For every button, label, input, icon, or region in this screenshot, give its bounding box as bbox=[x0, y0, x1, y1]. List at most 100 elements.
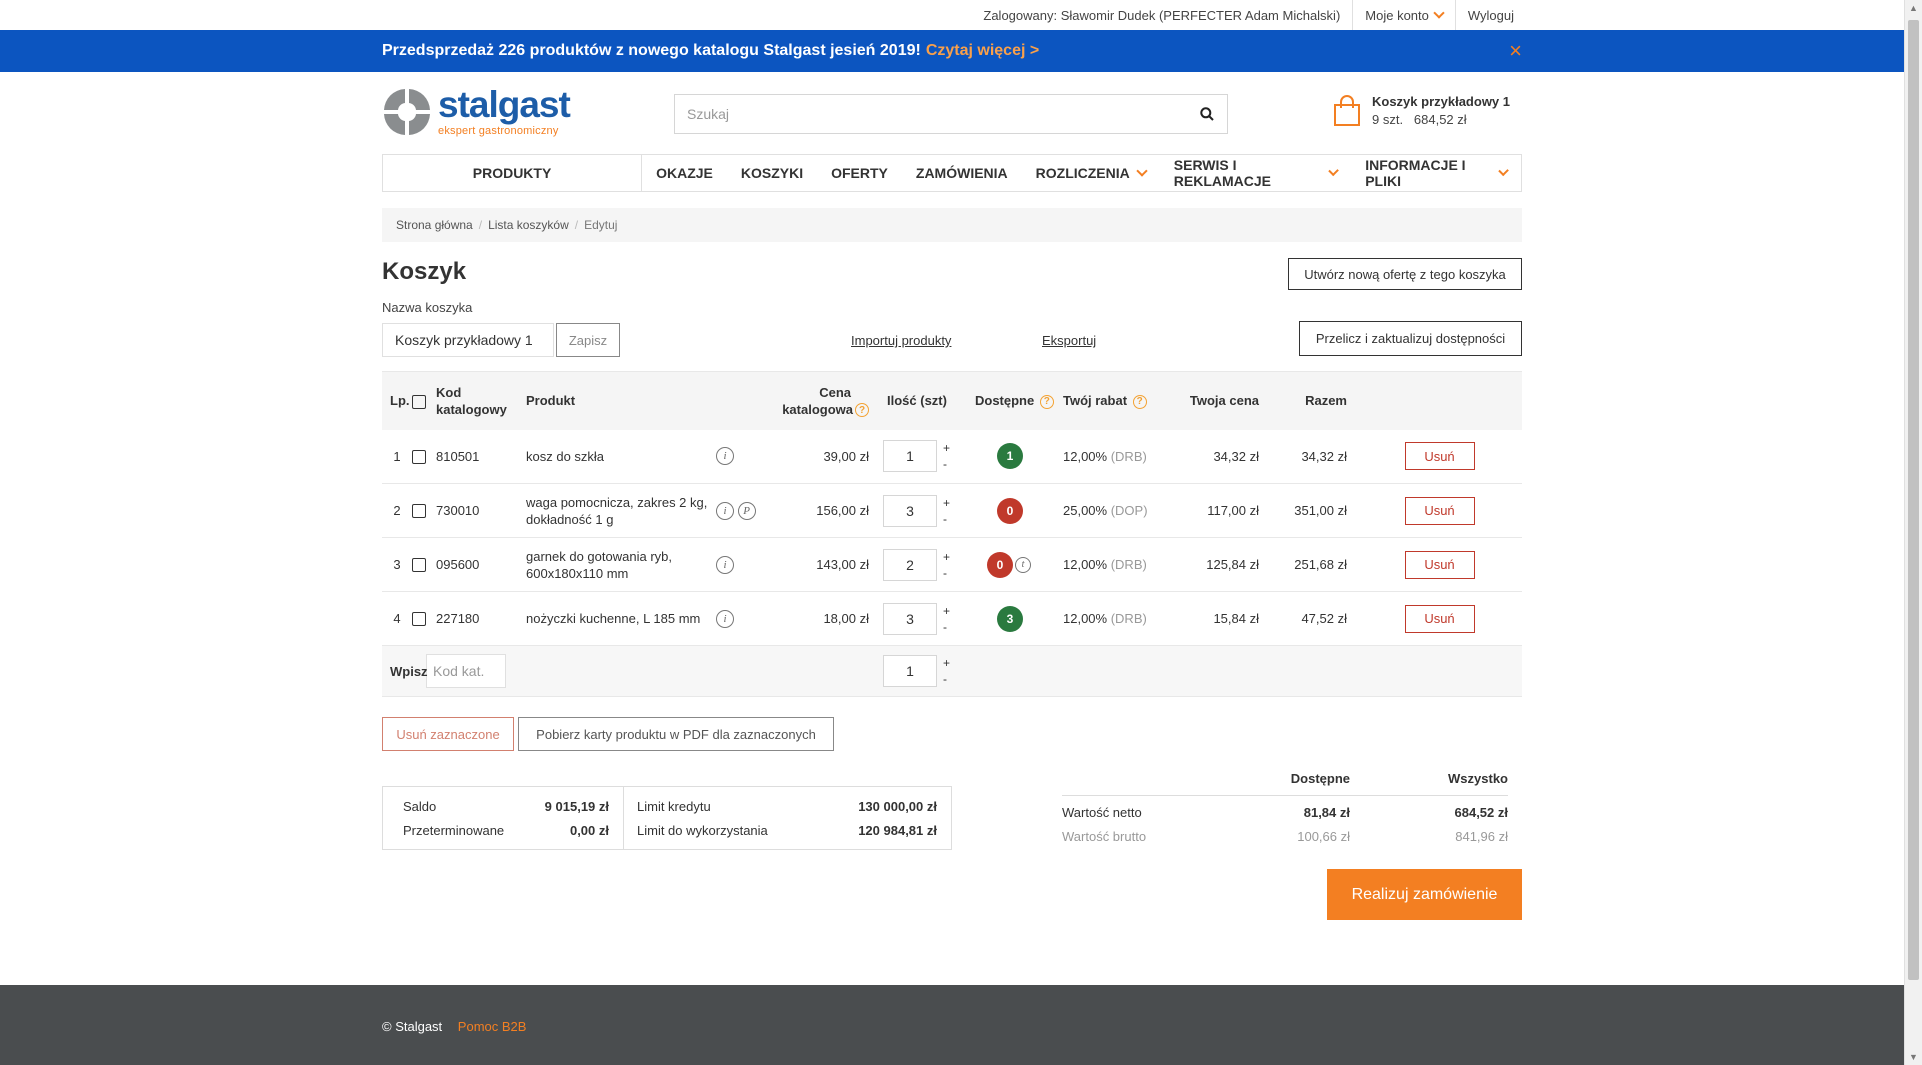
your-price: 15,84 zł bbox=[1167, 591, 1271, 646]
product-code: 227180 bbox=[436, 591, 526, 646]
quantity-input[interactable]: 2 bbox=[883, 548, 937, 581]
col-lp: Lp. bbox=[382, 371, 412, 430]
row-checkbox[interactable] bbox=[412, 504, 426, 519]
mini-cart[interactable]: Koszyk przykładowy 1 9 szt. 684,52 zł bbox=[1332, 94, 1510, 127]
search-icon[interactable] bbox=[1187, 95, 1227, 133]
decrement-button[interactable]: - bbox=[943, 456, 950, 472]
scrollbar-thumb[interactable] bbox=[1908, 20, 1919, 980]
nav-item-oferty[interactable]: OFERTY bbox=[817, 155, 902, 191]
increment-button[interactable]: + bbox=[943, 655, 950, 671]
export-link[interactable]: Eksportuj bbox=[1042, 333, 1096, 348]
logo-name: stalgast bbox=[438, 84, 571, 125]
download-pdf-button[interactable]: Pobierz karty produktu w PDF dla zaznacz… bbox=[518, 717, 834, 751]
help-icon[interactable]: ? bbox=[1039, 394, 1054, 409]
product-name[interactable]: garnek do gotowania ryb, 600x180x110 mm bbox=[526, 537, 716, 592]
row-total: 47,52 zł bbox=[1271, 591, 1357, 646]
help-link[interactable]: Pomoc B2B bbox=[458, 1019, 527, 1034]
top-bar: Zalogowany: Sławomir Dudek (PERFECTER Ad… bbox=[0, 0, 1904, 30]
place-order-button[interactable]: Realizuj zamówienie bbox=[1327, 869, 1522, 920]
close-icon[interactable]: × bbox=[1509, 40, 1522, 62]
help-icon[interactable]: ? bbox=[1132, 394, 1147, 409]
promo-p-icon[interactable]: P bbox=[737, 501, 756, 520]
quantity-input[interactable]: 3 bbox=[883, 602, 937, 635]
decrement-button[interactable]: - bbox=[943, 671, 950, 687]
col-quantity: Ilość (szt) bbox=[869, 371, 969, 430]
info-icon[interactable]: i bbox=[716, 609, 734, 628]
search-input[interactable] bbox=[675, 95, 1187, 133]
catalog-code-input[interactable]: Kod kat. bbox=[426, 654, 506, 688]
scrollbar[interactable]: ▲ ▼ bbox=[1904, 0, 1922, 1065]
decrement-button[interactable]: - bbox=[943, 511, 950, 527]
cart-name-input[interactable]: Koszyk przykładowy 1 bbox=[382, 323, 554, 357]
nav-item-rozliczenia[interactable]: ROZLICZENIA bbox=[1022, 155, 1160, 191]
increment-button[interactable]: + bbox=[943, 440, 950, 456]
help-icon[interactable]: ? bbox=[855, 403, 869, 418]
discount: 12,00% (DRB) bbox=[1063, 429, 1167, 484]
scroll-up-icon[interactable]: ▲ bbox=[1905, 0, 1922, 16]
stalgast-logo-icon bbox=[384, 89, 430, 135]
delete-selected-button[interactable]: Usuń zaznaczone bbox=[382, 717, 514, 751]
discount: 12,00% (DRB) bbox=[1063, 591, 1167, 646]
promo-banner: Przedsprzedaż 226 produktów z nowego kat… bbox=[0, 30, 1904, 72]
overdue-value: 0,00 zł bbox=[569, 823, 609, 838]
increment-button[interactable]: + bbox=[943, 549, 950, 565]
select-all-checkbox[interactable] bbox=[412, 394, 426, 409]
nav-item-informacje[interactable]: INFORMACJE I PLIKI bbox=[1351, 155, 1521, 191]
breadcrumb-cart-list[interactable]: Lista koszyków bbox=[488, 218, 569, 232]
quantity-input[interactable]: 1 bbox=[883, 655, 937, 687]
order-totals: Dostępne Wszystko Wartość netto 81,84 zł… bbox=[1062, 771, 1508, 848]
remove-button[interactable]: Usuń bbox=[1404, 604, 1475, 633]
your-price: 34,32 zł bbox=[1167, 429, 1271, 484]
row-checkbox[interactable] bbox=[412, 558, 426, 573]
copyright: © Stalgast bbox=[382, 1019, 443, 1034]
info-icon[interactable]: i bbox=[716, 447, 734, 466]
table-row: 4 227180 nożyczki kuchenne, L 185 mm i 1… bbox=[382, 591, 1522, 646]
quantity-input[interactable]: 1 bbox=[883, 440, 937, 473]
row-checkbox[interactable] bbox=[412, 450, 426, 465]
decrement-button[interactable]: - bbox=[943, 565, 950, 581]
info-icon[interactable]: i bbox=[716, 555, 734, 574]
promo-read-more-link[interactable]: Czytaj więcej > bbox=[926, 42, 1039, 60]
col-discount: Twój rabat ? bbox=[1063, 371, 1167, 430]
page: Zalogowany: Sławomir Dudek (PERFECTER Ad… bbox=[0, 0, 1904, 1065]
recalculate-button[interactable]: Przelicz i zaktualizuj dostępności bbox=[1299, 321, 1522, 356]
logout-link[interactable]: Wyloguj bbox=[1468, 8, 1514, 23]
create-offer-button[interactable]: Utwórz nową ofertę z tego koszyka bbox=[1288, 258, 1522, 290]
nav-products[interactable]: PRODUKTY bbox=[383, 155, 643, 191]
catalog-price: 156,00 zł bbox=[756, 483, 869, 538]
remove-button[interactable]: Usuń bbox=[1404, 496, 1475, 525]
save-button[interactable]: Zapisz bbox=[556, 323, 620, 357]
nav-item-koszyki[interactable]: KOSZYKI bbox=[727, 155, 817, 191]
remove-button[interactable]: Usuń bbox=[1404, 442, 1475, 471]
cart-title: Koszyk przykładowy 1 bbox=[1372, 94, 1510, 109]
remove-button[interactable]: Usuń bbox=[1404, 550, 1475, 579]
nav-item-okazje[interactable]: OKAZJE bbox=[642, 155, 727, 191]
availability-badge: 3 bbox=[997, 605, 1023, 632]
row-total: 251,68 zł bbox=[1271, 537, 1357, 592]
nav-item-zamowienia[interactable]: ZAMÓWIENIA bbox=[902, 155, 1022, 191]
nav-item-serwis[interactable]: SERWIS I REKLAMACJE bbox=[1160, 155, 1351, 191]
delivery-info-icon[interactable]: t bbox=[1015, 556, 1031, 573]
import-products-link[interactable]: Importuj produkty bbox=[851, 333, 951, 348]
gross-value-row: Wartość brutto 100,66 zł 841,96 zł bbox=[1062, 828, 1508, 844]
decrement-button[interactable]: - bbox=[943, 619, 950, 635]
quantity-stepper: 1 + - bbox=[883, 440, 950, 473]
quantity-input[interactable]: 3 bbox=[883, 494, 937, 527]
product-code: 730010 bbox=[436, 483, 526, 538]
logo[interactable]: stalgast ekspert gastronomiczny bbox=[382, 84, 571, 137]
col-your-price: Twoja cena bbox=[1167, 371, 1271, 430]
breadcrumb-home[interactable]: Strona główna bbox=[396, 218, 473, 232]
increment-button[interactable]: + bbox=[943, 603, 950, 619]
availability-badge: 0 bbox=[987, 551, 1013, 578]
info-icon[interactable]: i bbox=[716, 501, 734, 520]
my-account-menu[interactable]: Moje konto bbox=[1365, 7, 1445, 23]
product-name[interactable]: nożyczki kuchenne, L 185 mm bbox=[526, 591, 716, 646]
row-checkbox[interactable] bbox=[412, 612, 426, 627]
search-box bbox=[674, 94, 1228, 134]
footer: © Stalgast Pomoc B2B bbox=[0, 985, 1904, 1065]
increment-button[interactable]: + bbox=[943, 495, 950, 511]
product-name[interactable]: kosz do szkła bbox=[526, 429, 716, 484]
product-name[interactable]: waga pomocnicza, zakres 2 kg, dokładność… bbox=[526, 483, 716, 538]
availability-badge: 0 bbox=[997, 497, 1023, 524]
scroll-down-icon[interactable]: ▼ bbox=[1905, 1049, 1922, 1065]
